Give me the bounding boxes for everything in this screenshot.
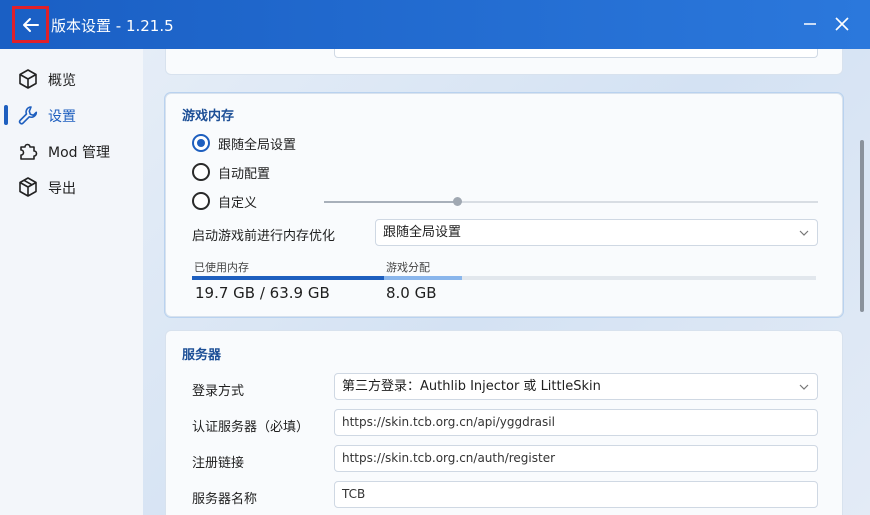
cube-icon — [19, 69, 37, 89]
arrow-left-icon — [22, 17, 39, 32]
memory-slider-handle[interactable] — [453, 197, 462, 206]
sidebar-item-overview[interactable]: 概览 — [0, 62, 143, 94]
server-name-input[interactable]: TCB — [334, 481, 818, 508]
sidebar-item-label: 导出 — [48, 181, 76, 197]
radio-button-checked[interactable] — [192, 134, 210, 152]
sidebar-item-label: 概览 — [48, 73, 76, 89]
auth-server-input[interactable]: https://skin.tcb.org.cn/api/yggdrasil — [334, 409, 818, 436]
minimize-button[interactable] — [798, 12, 822, 36]
sidebar-item-export[interactable]: 导出 — [0, 170, 143, 202]
login-method-select[interactable]: 第三方登录：Authlib Injector 或 LittleSkin — [334, 373, 818, 400]
optimize-select[interactable]: 跟随全局设置 — [375, 219, 818, 246]
memory-card: 游戏内存 跟随全局设置 自动配置 自定义 启动游戏前进行内存优化 跟随全局设置 … — [165, 93, 843, 317]
login-method-label: 登录方式 — [192, 384, 245, 399]
radio-label: 跟随全局设置 — [218, 137, 297, 153]
register-link-label: 注册链接 — [192, 456, 245, 471]
sidebar: 概览 设置 Mod 管理 导出 — [0, 49, 143, 515]
memory-slider-fill — [324, 201, 456, 203]
puzzle-icon — [20, 143, 38, 160]
radio-button[interactable] — [192, 163, 210, 181]
used-memory-label: 已使用内存 — [194, 261, 249, 274]
back-button[interactable] — [12, 6, 49, 43]
allocated-memory-label: 游戏分配 — [386, 261, 430, 274]
window-title: 版本设置 - 1.21.5 — [51, 17, 174, 35]
used-memory-value: 19.7 GB / 63.9 GB — [195, 284, 330, 302]
previous-settings-card — [165, 49, 843, 75]
optimize-label: 启动游戏前进行内存优化 — [192, 229, 336, 244]
server-card-title: 服务器 — [182, 348, 222, 363]
radio-custom[interactable]: 自定义 — [192, 191, 257, 211]
sidebar-item-settings[interactable]: 设置 — [0, 98, 143, 130]
chevron-down-icon — [799, 230, 809, 236]
register-link-input[interactable]: https://skin.tcb.org.cn/auth/register — [334, 445, 818, 472]
active-indicator — [4, 105, 8, 125]
auth-server-label: 认证服务器（必填） — [192, 420, 310, 435]
content-scrollbar[interactable] — [860, 140, 864, 312]
sidebar-item-label: Mod 管理 — [48, 145, 110, 161]
close-button[interactable] — [830, 12, 854, 36]
radio-follow-global[interactable]: 跟随全局设置 — [192, 133, 296, 153]
radio-label: 自定义 — [218, 195, 258, 211]
chevron-down-icon — [799, 384, 809, 390]
server-name-label: 服务器名称 — [192, 492, 258, 507]
radio-auto-config[interactable]: 自动配置 — [192, 162, 270, 182]
server-card: 服务器 登录方式 第三方登录：Authlib Injector 或 Little… — [165, 330, 843, 515]
close-icon — [835, 17, 849, 31]
memory-card-title: 游戏内存 — [182, 109, 235, 124]
minimize-icon — [804, 23, 816, 25]
radio-button[interactable] — [192, 192, 210, 210]
radio-label: 自动配置 — [218, 166, 271, 182]
sidebar-item-label: 设置 — [48, 109, 76, 125]
settings-content: 游戏内存 跟随全局设置 自动配置 自定义 启动游戏前进行内存优化 跟随全局设置 … — [143, 49, 870, 515]
login-method-value: 第三方登录：Authlib Injector 或 LittleSkin — [342, 379, 601, 394]
optimize-select-value: 跟随全局设置 — [383, 225, 462, 240]
allocated-memory-value: 8.0 GB — [386, 284, 437, 302]
box-icon — [19, 177, 37, 197]
wrench-icon — [18, 106, 38, 125]
memory-bar-allocated — [384, 276, 462, 280]
title-bar: 版本设置 - 1.21.5 — [0, 0, 870, 49]
sidebar-item-mods[interactable]: Mod 管理 — [0, 134, 143, 166]
memory-bar-used — [192, 276, 384, 280]
previous-input-field[interactable] — [334, 49, 818, 58]
